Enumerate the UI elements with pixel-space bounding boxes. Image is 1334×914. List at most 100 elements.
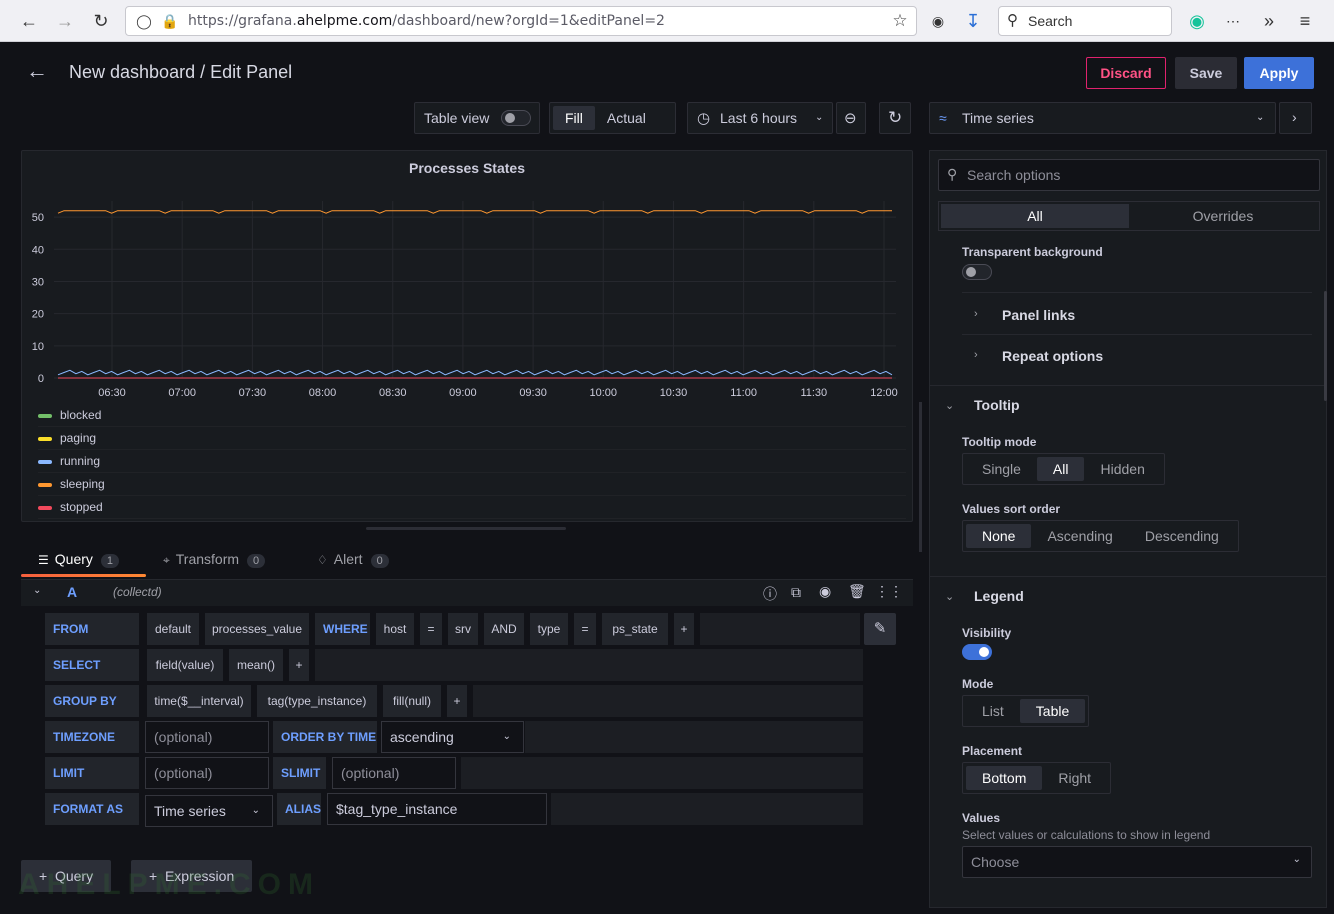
sort-none[interactable]: None — [966, 524, 1032, 548]
trash-icon[interactable]: 🗑 — [848, 583, 866, 600]
apply-button[interactable]: Apply — [1244, 57, 1314, 89]
alias-input[interactable]: $tag_type_instance — [327, 793, 547, 825]
legend-item-paging[interactable]: paging — [38, 427, 906, 450]
table-view-label: Table view — [424, 110, 490, 126]
select-aggregate[interactable]: mean() — [229, 649, 283, 681]
download-icon[interactable]: ↧ — [960, 8, 986, 34]
chevron-down-icon: ⌄ — [1292, 854, 1301, 865]
query-letter[interactable]: A — [67, 584, 77, 600]
retention-policy[interactable]: default — [147, 613, 199, 645]
order-by-select[interactable]: ascending ⌄ — [381, 721, 524, 753]
bookmark-star-icon[interactable]: ☆ — [890, 11, 910, 31]
placement-bottom[interactable]: Bottom — [966, 766, 1043, 790]
options-pane-toggle[interactable]: › — [1279, 102, 1312, 134]
extension-icon[interactable]: ⋯ — [1220, 8, 1246, 34]
group-by-add-button[interactable]: + — [447, 685, 467, 717]
group-by-fill[interactable]: fill(null) — [383, 685, 441, 717]
where-value-srv[interactable]: srv — [448, 613, 478, 645]
collapse-chevron-icon[interactable]: ⌄ — [33, 585, 41, 596]
legend-mode-table[interactable]: Table — [1019, 699, 1086, 723]
time-range-picker[interactable]: ◷ Last 6 hours ⌄ — [687, 102, 833, 134]
panel-links-section[interactable]: Panel links — [1002, 307, 1075, 323]
help-icon[interactable]: ⓘ — [763, 584, 777, 604]
panel-splitter[interactable] — [366, 527, 566, 530]
reload-icon[interactable]: ↻ — [88, 8, 114, 34]
back-icon[interactable]: ← — [16, 8, 42, 34]
where-operator-2[interactable]: = — [574, 613, 596, 645]
actual-button[interactable]: Actual — [595, 106, 658, 130]
x-tick-label: 12:00 — [870, 387, 898, 399]
slimit-input[interactable]: (optional) — [332, 757, 456, 789]
grammarly-icon[interactable]: ◉ — [1184, 8, 1210, 34]
watermark: AHELPME.COM — [18, 868, 320, 901]
group-by-tag[interactable]: tag(type_instance) — [257, 685, 377, 717]
where-add-button[interactable]: + — [674, 613, 694, 645]
back-arrow-icon[interactable]: ← — [26, 58, 48, 84]
legend-item-running[interactable]: running — [38, 450, 906, 473]
timezone-input[interactable]: (optional) — [145, 721, 269, 753]
where-tag-type[interactable]: type — [530, 613, 568, 645]
tab-query-label: Query — [54, 551, 93, 567]
tab-transform[interactable]: ⌖ Transform 0 — [163, 551, 266, 568]
tooltip-section[interactable]: Tooltip — [974, 397, 1020, 413]
discard-button[interactable]: Discard — [1086, 57, 1166, 89]
browser-search[interactable]: ⚲ Search — [998, 6, 1172, 36]
where-operator-1[interactable]: = — [420, 613, 442, 645]
lock-icon[interactable]: 🔒 — [160, 11, 180, 31]
drag-handle-icon[interactable]: ⋮⋮ — [875, 583, 903, 600]
legend-item-sleeping[interactable]: sleeping — [38, 473, 906, 496]
format-as-select[interactable]: Time series ⌄ — [145, 795, 273, 827]
from-keyword: FROM — [45, 613, 139, 645]
values-label: Values — [962, 811, 1001, 825]
where-tag-host[interactable]: host — [376, 613, 414, 645]
table-view-toggle[interactable] — [501, 110, 531, 126]
eye-icon[interactable]: ◉ — [819, 583, 831, 600]
tab-alert[interactable]: ♢ Alert 0 — [317, 551, 389, 568]
legend-mode-list[interactable]: List — [966, 699, 1020, 723]
save-button[interactable]: Save — [1175, 57, 1237, 89]
sort-descending[interactable]: Descending — [1129, 524, 1235, 548]
legend-section[interactable]: Legend — [974, 588, 1024, 604]
pane-splitter[interactable] — [919, 402, 922, 552]
tab-all[interactable]: All — [941, 204, 1129, 228]
tooltip-mode-hidden[interactable]: Hidden — [1084, 457, 1160, 481]
sort-order-group: None Ascending Descending — [962, 520, 1239, 552]
zoom-out-button[interactable]: ⊖ — [836, 102, 866, 134]
legend-item-blocked[interactable]: blocked — [38, 404, 906, 427]
url-bar[interactable]: ◯ 🔒 https://grafana.ahelpme.com/dashboar… — [125, 6, 917, 36]
hamburger-menu-icon[interactable]: ≡ — [1292, 8, 1318, 34]
group-by-time[interactable]: time($__interval) — [147, 685, 251, 717]
tooltip-mode-single[interactable]: Single — [966, 457, 1037, 481]
visualization-picker[interactable]: ≈ Time series ⌄ — [929, 102, 1276, 134]
measurement[interactable]: processes_value — [205, 613, 309, 645]
refresh-button[interactable]: ↻ — [879, 102, 911, 134]
where-value-ps-state[interactable]: ps_state — [602, 613, 668, 645]
sort-ascending[interactable]: Ascending — [1031, 524, 1128, 548]
edit-raw-query-button[interactable]: ✎ — [864, 613, 896, 645]
transparent-bg-toggle[interactable] — [962, 264, 992, 280]
legend-item-stopped[interactable]: stopped — [38, 496, 906, 519]
options-scrollbar[interactable] — [1324, 291, 1327, 401]
legend-visibility-toggle[interactable] — [962, 644, 992, 660]
tooltip-mode-all[interactable]: All — [1036, 457, 1085, 481]
order-by-value: ascending — [390, 729, 454, 745]
placement-right[interactable]: Right — [1042, 766, 1107, 790]
shield-icon[interactable]: ◯ — [134, 11, 154, 31]
select-add-button[interactable]: + — [289, 649, 309, 681]
limit-input[interactable]: (optional) — [145, 757, 269, 789]
forward-icon[interactable]: → — [52, 8, 78, 34]
legend-values-select[interactable]: Choose ⌄ — [962, 846, 1312, 878]
repeat-options-section[interactable]: Repeat options — [1002, 348, 1103, 364]
where-and[interactable]: AND — [484, 613, 524, 645]
select-field[interactable]: field(value) — [147, 649, 223, 681]
tab-query[interactable]: ☰ Query 1 — [38, 551, 120, 568]
legend-label: sleeping — [60, 477, 105, 491]
fill-button[interactable]: Fill — [553, 106, 595, 130]
pocket-icon[interactable]: ◉ — [925, 8, 951, 34]
options-search-input[interactable]: ⚲ Search options — [938, 159, 1320, 191]
duplicate-icon[interactable]: ⧉ — [791, 584, 801, 601]
time-series-chart[interactable]: 0 10 20 30 40 50 06:30 07:00 07:30 08:00 08:30 09:0… — [22, 191, 914, 403]
series-line-sleeping — [57, 210, 892, 214]
overflow-chevrons-icon[interactable]: » — [1256, 8, 1282, 34]
tab-overrides[interactable]: Overrides — [1129, 204, 1317, 228]
